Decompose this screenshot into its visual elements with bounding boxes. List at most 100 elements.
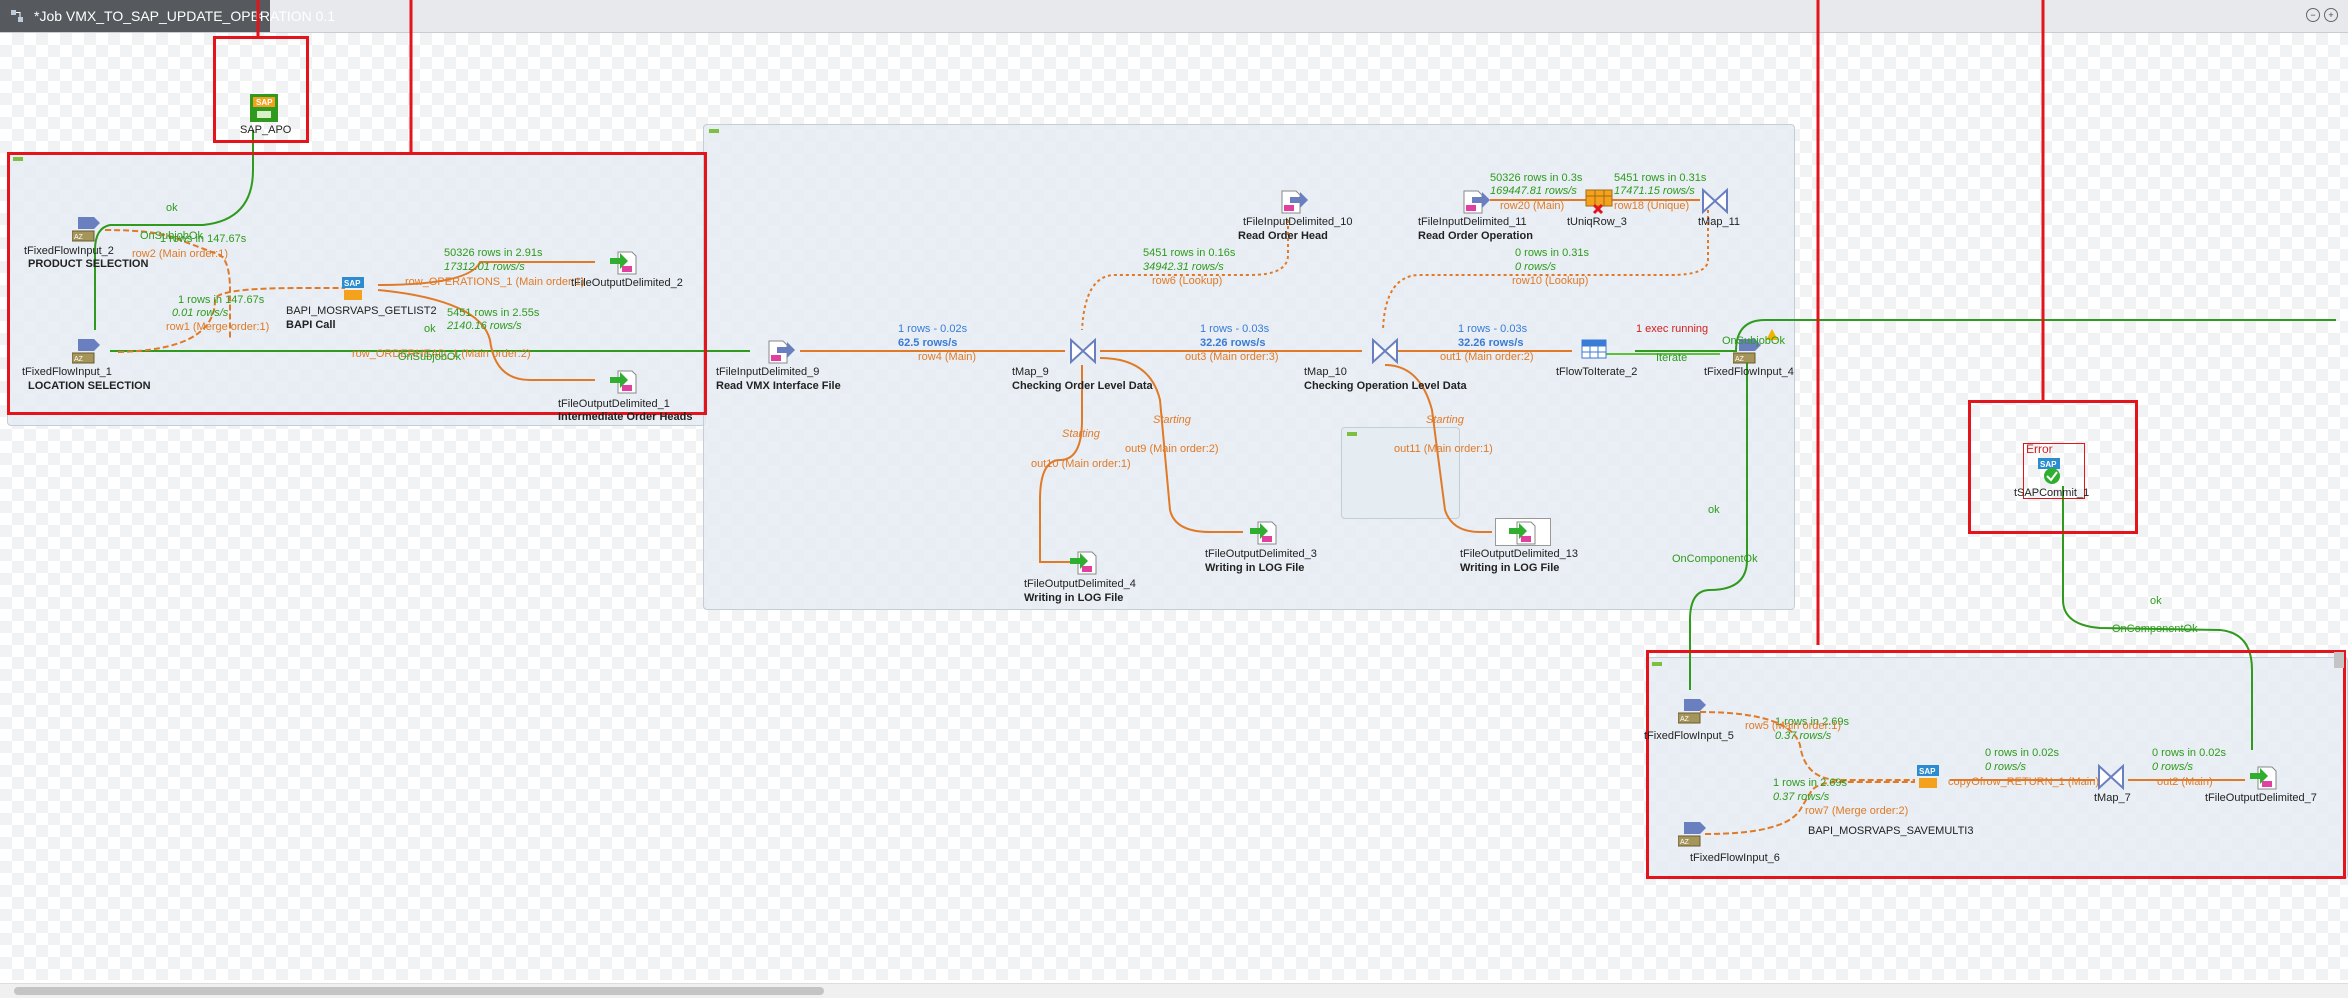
tfixedflowinput-1-name: tFixedFlowInput_1 — [22, 366, 112, 378]
tfileoutputdelimited-2[interactable] — [608, 248, 638, 276]
oncomponentok-link-1 — [1689, 356, 1748, 690]
file-output-icon — [1070, 551, 1097, 575]
starting-label-1: Starting — [1062, 428, 1100, 440]
row18-rate: 17471.15 rows/s — [1614, 185, 1695, 197]
tfixedflowinput-5[interactable]: AZ — [1677, 697, 1708, 725]
svg-text:AZ: AZ — [1680, 716, 1690, 723]
tfileoutputdelimited-7[interactable] — [2248, 763, 2278, 791]
tmap-11[interactable] — [1700, 187, 1730, 215]
horizontal-scrollbar[interactable] — [0, 983, 2348, 998]
oncomponentok-label-2: OnComponentOk — [2112, 623, 2198, 635]
tuniqrow-3-name: tUniqRow_3 — [1567, 216, 1627, 228]
checking-operation-level-label: Checking Operation Level Data — [1304, 380, 1467, 392]
tsapcommit-1-name: tSAPCommit_1 — [2014, 487, 2090, 499]
row10-stats: 0 rows in 0.31s — [1515, 247, 1589, 259]
bapi-savemulti3[interactable]: SAP — [1915, 763, 1945, 791]
ok-trigger-label-3: ok — [1708, 504, 1720, 516]
tfixedflowinput-6[interactable]: AZ — [1677, 820, 1708, 848]
out2-link-label: out2 (Main) — [2157, 776, 2213, 788]
tmap-7[interactable] — [2096, 763, 2126, 791]
sap-connection-icon: SAP — [250, 94, 278, 122]
tflowtoiterate-2[interactable] — [1580, 337, 1610, 365]
tmap-9[interactable] — [1068, 337, 1098, 365]
row2-link-label: row2 (Main order:1) — [132, 248, 228, 260]
row4-link-label: row4 (Main) — [918, 351, 977, 363]
tmap-icon — [1070, 337, 1096, 365]
writing-log-file-label-13: Writing in LOG File — [1460, 562, 1560, 574]
svg-text:AZ: AZ — [74, 356, 84, 363]
out3-rate: 32.26 rows/s — [1200, 337, 1266, 349]
tfileoutputdelimited-4[interactable] — [1068, 548, 1098, 576]
out1-rate: 32.26 rows/s — [1458, 337, 1524, 349]
svg-text:SAP: SAP — [1919, 767, 1936, 776]
out3-stats: 1 rows - 0.03s — [1200, 323, 1270, 335]
out2-stats: 0 rows in 0.02s — [2152, 747, 2226, 759]
file-output-icon — [610, 251, 637, 275]
onsubjobok-label-3: OnSubjobOk — [1722, 335, 1785, 347]
file-output-icon — [1495, 518, 1551, 546]
row4-rate: 62.5 rows/s — [898, 337, 958, 349]
sap-apo-connection[interactable]: SAP — [249, 93, 279, 123]
vertical-scrollbar-thumb[interactable] — [2334, 652, 2344, 668]
tfixedflowinput-2-name: tFixedFlowInput_2 — [24, 245, 114, 257]
svg-text:AZ: AZ — [1735, 356, 1745, 363]
tmap-icon — [2098, 763, 2124, 791]
tfileinputdelimited-10[interactable] — [1278, 187, 1308, 215]
row20-stats: 50326 rows in 0.3s — [1490, 172, 1583, 184]
tfileoutputdelimited-1-name: tFileOutputDelimited_1 — [558, 398, 670, 410]
bapi-getlist2[interactable]: SAP — [340, 275, 370, 303]
out1-link-label: out1 (Main order:2) — [1440, 351, 1534, 363]
row5-link-label: row5 (Main order:1) — [1745, 720, 1841, 732]
fixed-flow-input-icon: AZ — [71, 217, 100, 242]
ok-trigger-label-4: ok — [2150, 595, 2162, 607]
tfileinputdelimited-11[interactable] — [1460, 187, 1490, 215]
oncomponentok-label-1: OnComponentOk — [1672, 553, 1758, 565]
operations-rate: 17312.01 rows/s — [444, 261, 525, 273]
file-input-icon — [768, 340, 795, 364]
tfileoutputdelimited-13[interactable] — [1495, 518, 1551, 546]
bapi-call-label: BAPI Call — [286, 319, 336, 331]
tmap-icon — [1372, 337, 1398, 365]
flow-to-iterate-icon — [1581, 339, 1607, 359]
row10-rate: 0 rows/s — [1515, 261, 1556, 273]
horizontal-scrollbar-thumb[interactable] — [14, 987, 824, 995]
file-output-icon — [2250, 766, 2277, 790]
tuniqrow-3[interactable] — [1584, 187, 1614, 215]
tfileoutputdelimited-1[interactable] — [608, 367, 638, 395]
copy-return-rate: 0 rows/s — [1985, 761, 2026, 773]
svg-text:SAP: SAP — [256, 98, 273, 107]
row7-rate: 0.37 rows/s — [1773, 791, 1830, 803]
file-output-icon — [610, 370, 637, 394]
out3-link-label: out3 (Main order:3) — [1185, 351, 1279, 363]
svg-text:AZ: AZ — [74, 234, 84, 241]
tfileoutputdelimited-3[interactable] — [1248, 518, 1278, 546]
tmap-9-name: tMap_9 — [1012, 366, 1049, 378]
out2-rate: 0 rows/s — [2152, 761, 2193, 773]
checking-order-level-label: Checking Order Level Data — [1012, 380, 1153, 392]
file-input-icon — [1463, 190, 1490, 214]
writing-log-file-label-3: Writing in LOG File — [1205, 562, 1305, 574]
orderhead-rate: 2140.16 rows/s — [447, 320, 522, 332]
orderhead-stats: 5451 rows in 2.55s — [447, 307, 540, 319]
tflowtoiterate-2-name: tFlowToIterate_2 — [1556, 366, 1638, 378]
tfixedflowinput-1[interactable]: AZ — [71, 337, 102, 365]
starting-label-3: Starting — [1426, 414, 1464, 426]
ok-trigger-label: ok — [166, 202, 178, 214]
row6-rate: 34942.31 rows/s — [1143, 261, 1224, 273]
bapi-getlist2-name: BAPI_MOSRVAPS_GETLIST2 — [286, 305, 437, 317]
svg-text:AZ: AZ — [1680, 839, 1690, 846]
tfileoutputdelimited-3-name: tFileOutputDelimited_3 — [1205, 548, 1317, 560]
tfixedflowinput-5-name: tFixedFlowInput_5 — [1644, 730, 1734, 742]
product-selection-label: PRODUCT SELECTION — [28, 258, 149, 270]
tmap-10[interactable] — [1370, 337, 1400, 365]
fixed-flow-input-icon: AZ — [1677, 822, 1706, 847]
tfileinputdelimited-9[interactable] — [765, 337, 795, 365]
tfixedflowinput-2[interactable]: AZ — [71, 215, 102, 243]
sap-apo-label: SAP_APO — [240, 124, 292, 136]
svg-text:SAP: SAP — [2040, 460, 2057, 469]
sap-commit-icon: SAP — [2038, 458, 2060, 484]
row2-stats: 1 rows in 147.67s — [160, 233, 247, 245]
tfileinputdelimited-10-name: tFileInputDelimited_10 — [1243, 216, 1353, 228]
out1-stats: 1 rows - 0.03s — [1458, 323, 1528, 335]
out11-link-label: out11 (Main order:1) — [1394, 443, 1493, 455]
